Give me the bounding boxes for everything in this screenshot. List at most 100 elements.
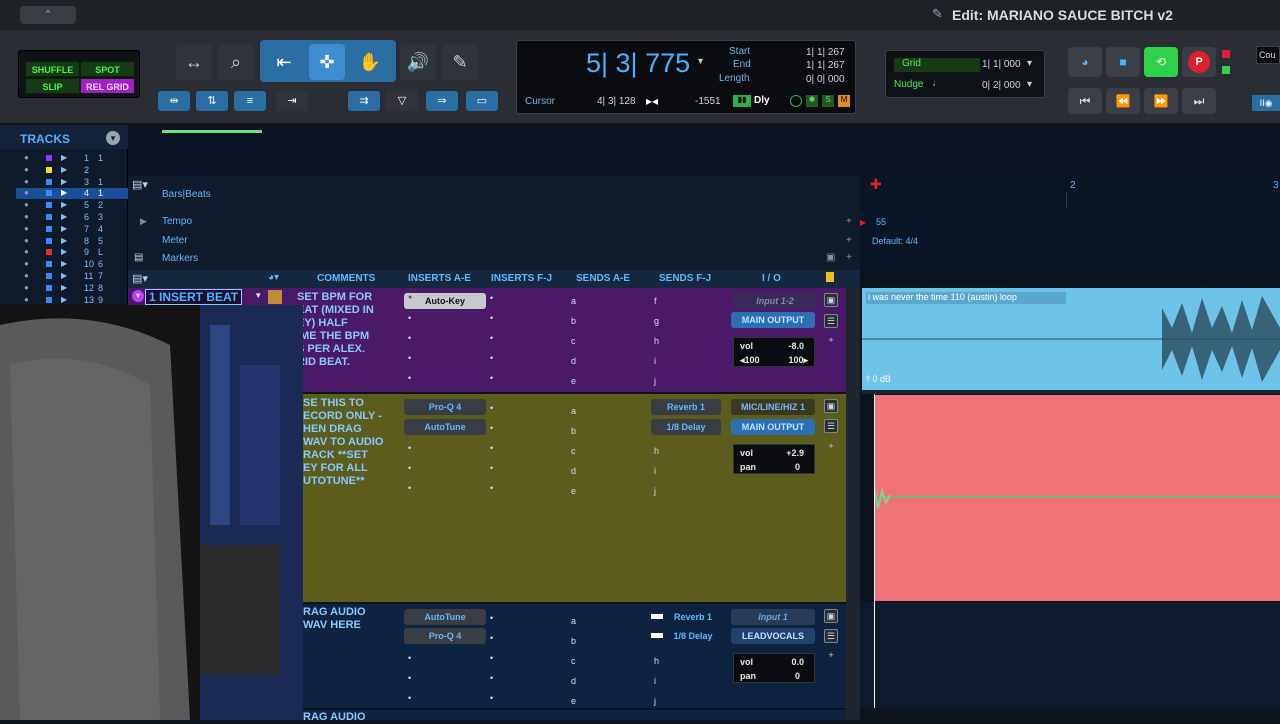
clip-beat-loop[interactable]: i was never the time 110 (austin) loop ⫯… bbox=[862, 288, 1280, 390]
track-1-name[interactable]: 1 INSERT BEAT bbox=[145, 289, 243, 305]
send-slot-ae[interactable]: e bbox=[571, 696, 576, 706]
track-1-insert-auto-key[interactable]: Auto-Key bbox=[404, 293, 486, 309]
insert-slot-dot-icon[interactable]: • bbox=[408, 483, 411, 493]
markers-list-icon[interactable]: ▤ bbox=[134, 252, 143, 263]
solo-icon[interactable]: S bbox=[822, 95, 834, 107]
online-sync-icon[interactable]: ◕ bbox=[1068, 47, 1102, 77]
insert-slot-dot-icon[interactable]: • bbox=[408, 353, 411, 363]
send-slot-ae[interactable]: b bbox=[571, 426, 576, 436]
insert-slot-dot-icon[interactable]: • bbox=[490, 653, 493, 663]
insert-slot-dot-icon[interactable]: • bbox=[490, 313, 493, 323]
tracks-list-item[interactable]: ● ▶ 4 1 bbox=[16, 188, 128, 200]
zoom-tool-icon[interactable]: ⌕ bbox=[218, 44, 254, 80]
insert-slot-dot-icon[interactable]: • bbox=[490, 673, 493, 683]
track-1-io-view-icon[interactable]: ▣ bbox=[824, 293, 838, 307]
track-3-list-icon[interactable]: ☰ bbox=[824, 629, 838, 643]
tempo-expand-icon[interactable]: ▶ bbox=[140, 216, 147, 227]
track-2-add-icon[interactable]: + bbox=[824, 440, 838, 454]
insert-slot-dot-icon[interactable]: • bbox=[408, 373, 411, 383]
nav-button-5-icon[interactable]: ⇉ bbox=[348, 91, 380, 111]
send-slot-ae[interactable]: c bbox=[571, 446, 576, 456]
tracks-list-item[interactable]: ● ▶ 10 6 bbox=[16, 259, 128, 270]
track-visible-icon[interactable]: ● bbox=[24, 247, 29, 256]
send-slot-ae[interactable]: c bbox=[571, 656, 576, 666]
track-1-name-dropdown-icon[interactable]: ▾ bbox=[256, 290, 261, 301]
track-3-pan[interactable]: 0 bbox=[795, 671, 800, 681]
mute-icon[interactable]: M bbox=[838, 95, 850, 107]
insert-slot-dot-icon[interactable]: • bbox=[408, 653, 411, 663]
insert-slot-dot-icon[interactable]: • bbox=[490, 443, 493, 453]
track-2-vol[interactable]: +2.9 bbox=[786, 448, 804, 458]
track-visible-icon[interactable]: ● bbox=[24, 165, 29, 174]
track-visible-icon[interactable]: ● bbox=[24, 271, 29, 280]
insert-slot-dot-icon[interactable]: • bbox=[408, 313, 411, 323]
tempo-value[interactable]: 55 bbox=[876, 217, 886, 227]
marker-options-icon[interactable]: ▣ bbox=[826, 252, 835, 263]
track-2-insert-pro-q[interactable]: Pro-Q 4 bbox=[404, 399, 486, 415]
send-slot-ae[interactable]: b bbox=[571, 636, 576, 646]
track-2-list-icon[interactable]: ☰ bbox=[824, 419, 838, 433]
send-slot-ae[interactable]: d bbox=[571, 466, 576, 476]
counter-mini-label[interactable]: Cou bbox=[1256, 46, 1280, 64]
zoom-toggle-icon[interactable]: ↔ bbox=[176, 44, 212, 80]
pause-icon[interactable]: II◉ bbox=[1252, 95, 1280, 111]
send-slot-fj[interactable]: h bbox=[654, 336, 659, 346]
track-1-list-icon[interactable]: ☰ bbox=[824, 314, 838, 328]
tracks-list-item[interactable]: ● ▶ 8 5 bbox=[16, 236, 128, 247]
insert-slot-dot-icon[interactable]: • bbox=[408, 463, 411, 473]
end-value[interactable]: 1| 1| 267 bbox=[806, 60, 845, 71]
track-3-send-2-level-icon[interactable] bbox=[651, 633, 663, 638]
main-counter[interactable]: 5| 3| 775 bbox=[586, 48, 690, 79]
insert-slot-dot-icon[interactable]: • bbox=[490, 483, 493, 493]
clip-1-name[interactable]: i was never the time 110 (austin) loop bbox=[866, 292, 1066, 304]
track-3-send-delay[interactable]: 1/8 Delay bbox=[665, 628, 721, 644]
tracks-list-item[interactable]: ● ▶ 7 4 bbox=[16, 224, 128, 235]
grid-mode-button[interactable]: REL GRID bbox=[80, 78, 135, 94]
column-options-icon[interactable]: ◕▾ bbox=[268, 272, 279, 283]
insert-slot-dot-icon[interactable]: • bbox=[408, 443, 411, 453]
window-control-button[interactable]: ⌃ bbox=[20, 6, 76, 24]
send-slot-fj[interactable]: h bbox=[654, 446, 659, 456]
tracks-list-item[interactable]: ● ▶ 13 9 bbox=[16, 295, 128, 306]
go-to-end-icon[interactable]: ⏭ bbox=[1182, 88, 1216, 114]
counter-dropdown-icon[interactable]: ▾ bbox=[698, 56, 703, 67]
track-1-insert-power-icon[interactable]: ● bbox=[408, 294, 412, 301]
length-value[interactable]: 0| 0| 000 bbox=[806, 74, 845, 85]
trim-tool-icon[interactable]: ⇤ bbox=[266, 44, 302, 80]
insert-slot-dot-icon[interactable]: • bbox=[490, 353, 493, 363]
send-slot-ae[interactable]: b bbox=[571, 316, 576, 326]
track-2-output[interactable]: MAIN OUTPUT bbox=[731, 419, 815, 435]
track-3-io-view-icon[interactable]: ▣ bbox=[824, 609, 838, 623]
send-slot-ae[interactable]: d bbox=[571, 676, 576, 686]
tracks-list-item[interactable]: ● ▶ 12 8 bbox=[16, 283, 128, 294]
selector-tool-icon[interactable]: ✜ bbox=[309, 44, 345, 80]
track-visible-icon[interactable]: ● bbox=[24, 259, 29, 268]
grabber-tool-icon[interactable]: ✋ bbox=[352, 44, 388, 80]
spot-mode-button[interactable]: SPOT bbox=[80, 61, 135, 77]
track-visible-icon[interactable]: ● bbox=[24, 212, 29, 221]
nav-button-6-icon[interactable]: ▽ bbox=[386, 91, 418, 111]
track-1-add-icon[interactable]: + bbox=[824, 334, 838, 348]
nav-button-4-icon[interactable]: ⇥ bbox=[276, 91, 308, 111]
delay-comp-label[interactable]: Dly bbox=[754, 95, 770, 106]
track-2-pan[interactable]: 0 bbox=[795, 462, 800, 472]
insert-slot-dot-icon[interactable]: • bbox=[490, 423, 493, 433]
meter-icon[interactable]: ▮▮ bbox=[733, 95, 751, 107]
tracks-list-item[interactable]: ● ▶ 1 1 bbox=[16, 153, 128, 164]
send-slot-fj[interactable]: i bbox=[654, 676, 656, 686]
send-slot-ae[interactable]: a bbox=[571, 406, 576, 416]
fast-forward-icon[interactable]: ⏩ bbox=[1144, 88, 1178, 114]
nav-button-7-icon[interactable]: ⇒ bbox=[426, 91, 458, 111]
tracks-list-item[interactable]: ● ▶ 6 3 bbox=[16, 212, 128, 223]
insert-slot-dot-icon[interactable]: • bbox=[490, 693, 493, 703]
start-value[interactable]: 1| 1| 267 bbox=[806, 47, 845, 58]
track-3-insert-autotune[interactable]: AutoTune bbox=[404, 609, 486, 625]
stop-icon[interactable]: ■ bbox=[1106, 47, 1140, 77]
track-3-add-icon[interactable]: + bbox=[824, 649, 838, 663]
track-visible-icon[interactable]: ● bbox=[24, 295, 29, 304]
insert-slot-dot-icon[interactable]: • bbox=[490, 333, 493, 343]
insert-slot-dot-icon[interactable]: • bbox=[490, 293, 493, 303]
track-1-pan-right[interactable]: 100▸ bbox=[788, 355, 808, 366]
slip-mode-button[interactable]: SLIP bbox=[25, 78, 80, 94]
send-slot-fj[interactable]: j bbox=[654, 486, 656, 496]
